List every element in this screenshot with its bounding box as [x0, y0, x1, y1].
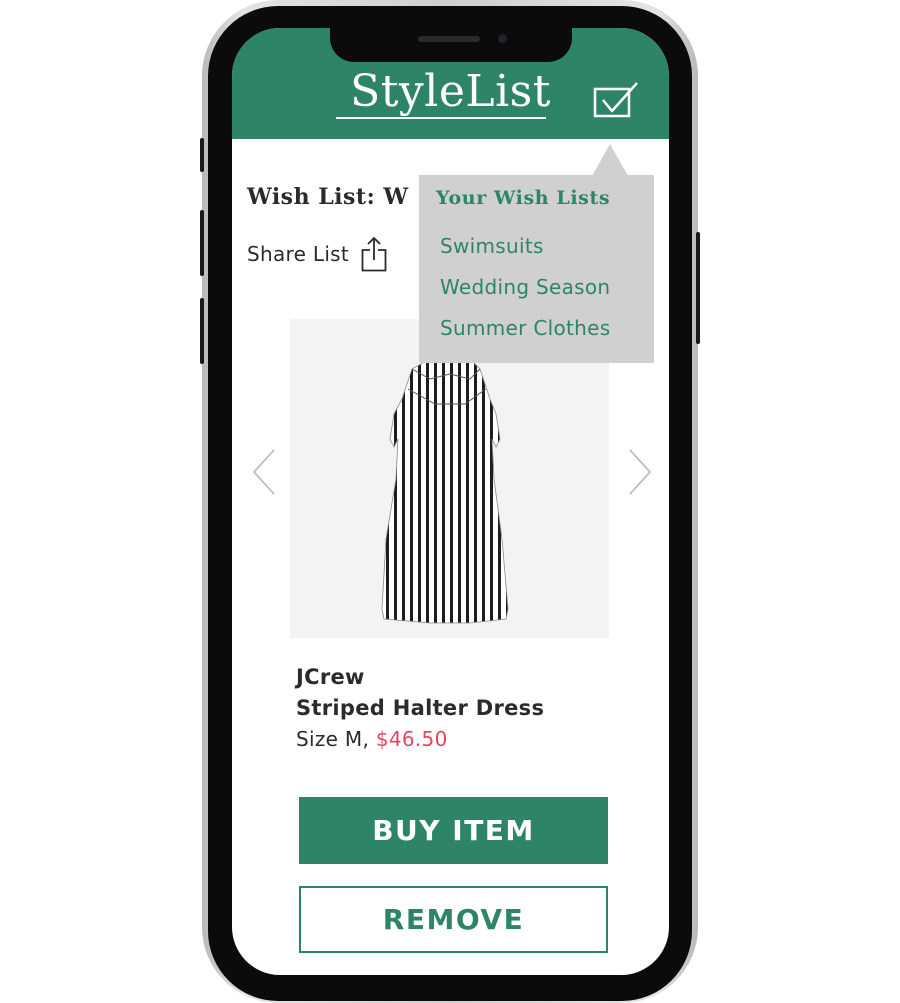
speaker-grille	[418, 36, 480, 42]
power-button	[696, 232, 700, 344]
dropdown-item-summer-clothes[interactable]: Summer Clothes	[440, 316, 610, 340]
product-name: Striped Halter Dress	[296, 696, 545, 720]
remove-button[interactable]: REMOVE	[299, 886, 608, 953]
app-screen: StyleList Wish List: W Share List Your W…	[232, 28, 669, 975]
wishlist-dropdown: Your Wish Lists Swimsuits Wedding Season…	[419, 175, 654, 363]
buy-item-button[interactable]: BUY ITEM	[299, 797, 608, 864]
share-list-button[interactable]: Share List	[247, 234, 387, 274]
product-image[interactable]	[290, 319, 609, 638]
phone-mockup: StyleList Wish List: W Share List Your W…	[0, 0, 900, 1003]
share-icon	[361, 236, 387, 272]
chevron-left-icon[interactable]	[250, 448, 280, 496]
product-size: Size M,	[296, 727, 370, 751]
dropdown-pointer	[592, 144, 628, 176]
product-brand: JCrew	[296, 665, 365, 689]
dropdown-item-wedding-season[interactable]: Wedding Season	[440, 275, 610, 299]
mute-switch	[200, 138, 204, 172]
striped-dress-image	[381, 353, 509, 624]
checkbox-icon[interactable]	[593, 80, 641, 120]
chevron-right-icon[interactable]	[624, 448, 654, 496]
dropdown-item-swimsuits[interactable]: Swimsuits	[440, 234, 544, 258]
share-list-label: Share List	[247, 242, 350, 266]
front-camera	[498, 34, 507, 43]
volume-down-button	[200, 298, 204, 364]
dropdown-heading: Your Wish Lists	[436, 187, 611, 209]
phone-notch	[330, 20, 572, 62]
product-price: $46.50	[375, 727, 448, 751]
volume-up-button	[200, 210, 204, 276]
logo-underline	[336, 117, 546, 119]
wishlist-title: Wish List: W	[247, 184, 409, 210]
product-size-price: Size M, $46.50	[296, 727, 448, 751]
